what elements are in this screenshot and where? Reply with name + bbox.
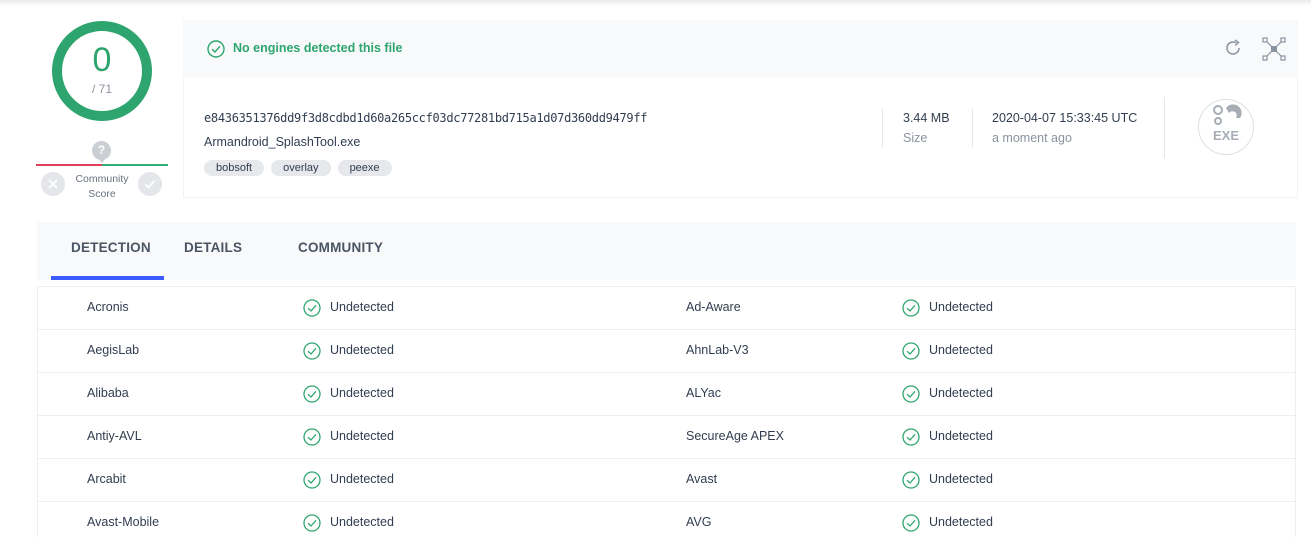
vote-malicious-button[interactable] — [41, 172, 65, 196]
engine-name: AhnLab-V3 — [686, 343, 749, 357]
engine-name: Ad-Aware — [686, 300, 741, 314]
engine-result: Undetected — [330, 300, 394, 314]
reanalyze-icon[interactable] — [1223, 38, 1243, 58]
engine-result: Undetected — [330, 343, 394, 357]
table-row: Acronis Undetected Ad-Aware Undetected — [38, 287, 1295, 330]
check-circle-icon — [902, 471, 920, 489]
check-icon — [144, 179, 156, 189]
engine-result: Undetected — [929, 300, 993, 314]
check-circle-icon — [303, 299, 321, 317]
engine-name: Avast — [686, 472, 718, 486]
engine-name: Antiy-AVL — [87, 429, 142, 443]
engine-name: SecureAge APEX — [686, 429, 784, 443]
community-bar-positive — [102, 164, 168, 166]
gears-icon — [1213, 104, 1242, 125]
check-circle-icon — [303, 385, 321, 403]
top-shadow — [0, 0, 1311, 6]
check-circle-icon — [303, 428, 321, 446]
detection-status: No engines detected this file — [233, 41, 403, 55]
vote-harmless-button[interactable] — [138, 172, 162, 196]
file-hash[interactable]: e8436351376dd9f3d8cdbd1d60a265ccf03dc772… — [204, 111, 647, 125]
active-tab-indicator — [51, 276, 164, 280]
engine-result: Undetected — [330, 515, 394, 529]
engine-name: Avast-Mobile — [87, 515, 160, 529]
engine-name: AVG — [686, 515, 712, 529]
engine-name: Acronis — [87, 300, 129, 314]
check-circle-icon — [303, 471, 321, 489]
engine-name: Alibaba — [87, 386, 129, 400]
engine-total: / 71 — [91, 82, 112, 96]
engine-name: AegisLab — [87, 343, 140, 357]
check-circle-icon — [902, 428, 920, 446]
tab-community[interactable]: COMMUNITY — [298, 240, 383, 255]
check-circle-icon — [902, 385, 920, 403]
tag-chip[interactable]: overlay — [271, 160, 331, 176]
similar-files-icon[interactable] — [1262, 37, 1286, 61]
engine-result: Undetected — [929, 386, 993, 400]
tab-detection[interactable]: DETECTION — [71, 240, 151, 255]
tag-chip[interactable]: bobsoft — [204, 160, 265, 176]
engine-result: Undetected — [929, 343, 993, 357]
table-row: Arcabit Undetected Avast Undetected — [38, 459, 1295, 502]
check-circle-icon — [902, 514, 920, 532]
engine-result: Undetected — [330, 429, 394, 443]
divider — [1164, 97, 1165, 158]
file-name: Armandroid_SplashTool.exe — [204, 135, 361, 149]
check-circle-icon — [303, 342, 321, 360]
divider — [882, 108, 883, 148]
engine-name: ALYac — [686, 386, 721, 400]
check-circle-icon — [902, 299, 920, 317]
table-row: Alibaba Undetected ALYac Undetected — [38, 373, 1295, 416]
file-size-value: 3.44 MB — [903, 111, 950, 125]
close-icon — [48, 179, 58, 189]
last-analysis-date: 2020-04-07 15:33:45 UTC — [992, 111, 1138, 125]
check-circle-icon — [902, 342, 920, 360]
community-bar-negative — [36, 164, 102, 166]
help-icon-tip — [98, 158, 106, 163]
engine-result: Undetected — [929, 515, 993, 529]
engine-result: Undetected — [330, 472, 394, 486]
check-circle-icon — [207, 40, 225, 58]
detection-count: 0 — [92, 41, 112, 79]
detection-table: Acronis Undetected Ad-Aware Undetected A… — [37, 286, 1296, 537]
engine-result: Undetected — [929, 472, 993, 486]
tab-details[interactable]: DETAILS — [184, 240, 242, 255]
community-score-label: Community Score — [75, 173, 129, 200]
table-row: AegisLab Undetected AhnLab-V3 Undetected — [38, 330, 1295, 373]
engine-result: Undetected — [330, 386, 394, 400]
check-circle-icon — [303, 514, 321, 532]
engine-name: Arcabit — [87, 472, 126, 486]
last-analysis-relative: a moment ago — [992, 131, 1072, 145]
divider — [972, 108, 973, 148]
tag-list: bobsoft overlay peexe — [204, 160, 392, 176]
tag-chip[interactable]: peexe — [337, 160, 392, 176]
file-type-label: EXE — [1212, 128, 1239, 143]
engine-result: Undetected — [929, 429, 993, 443]
table-row: Antiy-AVL Undetected SecureAge APEX Unde… — [38, 416, 1295, 459]
table-row: Avast-Mobile Undetected AVG Undetected — [38, 502, 1295, 537]
file-size-label: Size — [903, 131, 928, 145]
